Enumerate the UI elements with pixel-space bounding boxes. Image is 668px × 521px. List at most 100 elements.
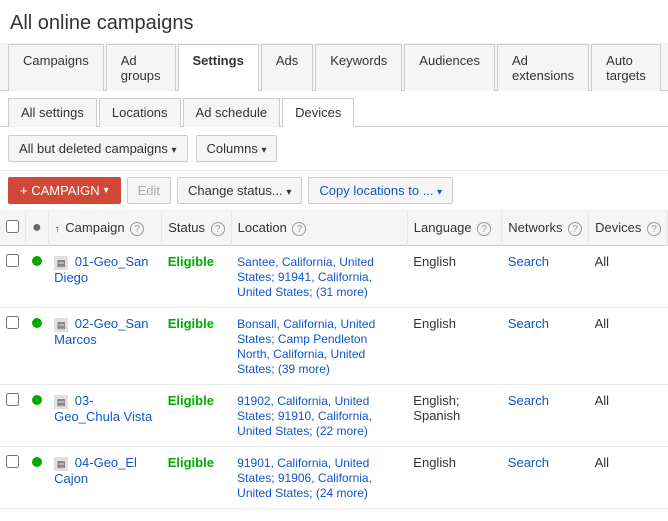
row-checkbox[interactable]: [6, 254, 19, 267]
copy-locations-button[interactable]: Copy locations to ... ▾: [308, 177, 453, 204]
columns-dropdown[interactable]: Columns ▾: [196, 135, 278, 162]
tab-campaigns[interactable]: Campaigns: [8, 44, 104, 91]
header-networks: Networks ?: [502, 211, 589, 246]
row-dot-cell: [26, 246, 49, 308]
tab-settings[interactable]: Settings: [178, 44, 259, 91]
status-help-icon[interactable]: ?: [211, 222, 225, 236]
row-location-cell: Bonsall, California, United States; Camp…: [231, 308, 407, 385]
status-value: Eligible: [168, 455, 214, 470]
filter-dropdown[interactable]: All but deleted campaigns ▾: [8, 135, 188, 162]
change-status-icon: ▾: [286, 187, 291, 198]
row-checkbox-cell[interactable]: [0, 447, 26, 509]
networks-help-icon[interactable]: ?: [568, 222, 582, 236]
header-location-label: Location: [238, 220, 287, 235]
row-checkbox-cell[interactable]: [0, 246, 26, 308]
campaign-dropdown-icon: ▾: [104, 185, 109, 196]
subtab-devices[interactable]: Devices: [282, 98, 354, 127]
row-location-cell: 91901, California, United States; 91906,…: [231, 447, 407, 509]
page-title: All online campaigns: [0, 0, 668, 43]
action-row: + CAMPAIGN ▾ Edit Change status... ▾ Cop…: [0, 171, 668, 211]
tab-adgroups[interactable]: Ad groups: [106, 44, 176, 91]
header-devices: Devices ?: [589, 211, 668, 246]
location-link[interactable]: Santee, California, United States; 91941…: [237, 255, 374, 299]
language-help-icon[interactable]: ?: [477, 222, 491, 236]
row-status-cell: Eligible: [162, 447, 231, 509]
row-checkbox-cell[interactable]: [0, 308, 26, 385]
header-checkbox[interactable]: [0, 211, 26, 246]
status-value: Eligible: [168, 316, 214, 331]
row-dot-cell: [26, 447, 49, 509]
networks-link[interactable]: Search: [508, 316, 549, 331]
copy-locations-icon: ▾: [437, 187, 442, 198]
edit-button[interactable]: Edit: [127, 177, 171, 204]
location-link[interactable]: 91901, California, United States; 91906,…: [237, 456, 372, 500]
status-dot: [32, 318, 42, 328]
campaigns-table-container: ● ↑ Campaign ? Status ? Location ? Langu…: [0, 211, 668, 509]
subtab-all-settings[interactable]: All settings: [8, 98, 97, 127]
campaign-name-link[interactable]: 01-Geo_San Diego: [54, 254, 148, 285]
language-value: English; Spanish: [413, 393, 460, 423]
change-status-label: Change status...: [188, 183, 283, 198]
row-networks-cell: Search: [502, 385, 589, 447]
location-link[interactable]: Bonsall, California, United States; Camp…: [237, 317, 375, 376]
tab-keywords[interactable]: Keywords: [315, 44, 402, 91]
row-checkbox[interactable]: [6, 316, 19, 329]
campaign-button[interactable]: + CAMPAIGN ▾: [8, 177, 121, 204]
campaign-type-icon: ▤: [54, 256, 68, 270]
change-status-button[interactable]: Change status... ▾: [177, 177, 302, 204]
header-devices-label: Devices: [595, 220, 641, 235]
row-devices-cell: All: [589, 447, 668, 509]
header-campaign[interactable]: ↑ Campaign ?: [48, 211, 162, 246]
networks-link[interactable]: Search: [508, 455, 549, 470]
row-networks-cell: Search: [502, 308, 589, 385]
tab-audiences[interactable]: Audiences: [404, 44, 495, 91]
devices-value: All: [595, 316, 609, 331]
status-dot: [32, 457, 42, 467]
campaigns-table: ● ↑ Campaign ? Status ? Location ? Langu…: [0, 211, 668, 509]
devices-help-icon[interactable]: ?: [647, 222, 661, 236]
campaign-type-icon: ▤: [54, 457, 68, 471]
language-value: English: [413, 455, 456, 470]
networks-link[interactable]: Search: [508, 254, 549, 269]
networks-link[interactable]: Search: [508, 393, 549, 408]
campaign-help-icon[interactable]: ?: [130, 222, 144, 236]
columns-label: Columns: [207, 141, 258, 156]
status-value: Eligible: [168, 254, 214, 269]
table-row: ▤ 01-Geo_San Diego Eligible Santee, Cali…: [0, 246, 668, 308]
status-dot: [32, 395, 42, 405]
header-status: Status ?: [162, 211, 231, 246]
devices-value: All: [595, 455, 609, 470]
table-row: ▤ 04-Geo_El Cajon Eligible 91901, Califo…: [0, 447, 668, 509]
header-status-label: Status: [168, 220, 205, 235]
table-row: ▤ 03-Geo_Chula Vista Eligible 91902, Cal…: [0, 385, 668, 447]
campaign-name-link[interactable]: 03-Geo_Chula Vista: [54, 393, 152, 424]
header-campaign-label: Campaign: [65, 220, 124, 235]
select-all-checkbox[interactable]: [6, 220, 19, 233]
row-networks-cell: Search: [502, 246, 589, 308]
columns-dropdown-icon: ▾: [261, 145, 266, 156]
table-header-row: ● ↑ Campaign ? Status ? Location ? Langu…: [0, 211, 668, 246]
row-checkbox[interactable]: [6, 455, 19, 468]
row-checkbox[interactable]: [6, 393, 19, 406]
row-status-cell: Eligible: [162, 385, 231, 447]
header-location: Location ?: [231, 211, 407, 246]
row-status-cell: Eligible: [162, 308, 231, 385]
campaign-name-link[interactable]: 02-Geo_San Marcos: [54, 316, 148, 347]
edit-label: Edit: [138, 183, 160, 198]
row-language-cell: English: [407, 246, 502, 308]
tab-auto-targets[interactable]: Auto targets: [591, 44, 661, 91]
location-link[interactable]: 91902, California, United States; 91910,…: [237, 394, 372, 438]
campaign-type-icon: ▤: [54, 395, 68, 409]
language-value: English: [413, 254, 456, 269]
row-checkbox-cell[interactable]: [0, 385, 26, 447]
subtab-ad-schedule[interactable]: Ad schedule: [183, 98, 281, 127]
tab-ad-extensions[interactable]: Ad extensions: [497, 44, 589, 91]
row-status-cell: Eligible: [162, 246, 231, 308]
subtab-locations[interactable]: Locations: [99, 98, 181, 127]
row-campaign-cell: ▤ 01-Geo_San Diego: [48, 246, 162, 308]
row-location-cell: Santee, California, United States; 91941…: [231, 246, 407, 308]
tab-ads[interactable]: Ads: [261, 44, 313, 91]
row-devices-cell: All: [589, 308, 668, 385]
row-location-cell: 91902, California, United States; 91910,…: [231, 385, 407, 447]
location-help-icon[interactable]: ?: [292, 222, 306, 236]
